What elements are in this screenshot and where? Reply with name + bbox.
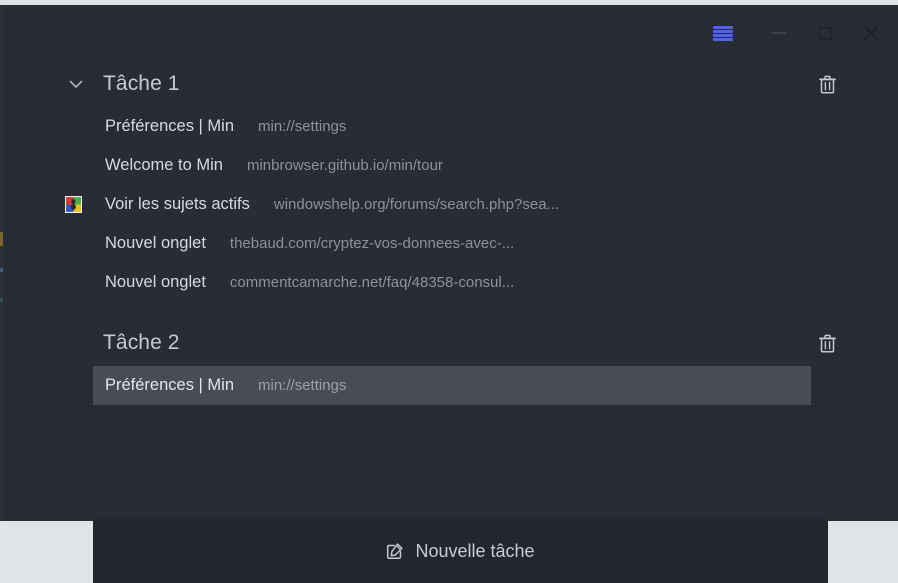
delete-task-button[interactable]: [814, 330, 840, 356]
close-button[interactable]: [848, 13, 894, 53]
windows-logo-favicon: [65, 196, 82, 213]
tab-url: windowshelp.org/forums/search.php?sea...: [273, 196, 560, 213]
tab-title: Préférences | Min: [105, 117, 235, 135]
tab-title: Nouvel onglet: [105, 234, 206, 252]
tab-title: Voir les sujets actifs: [105, 195, 250, 213]
chevron-down-icon[interactable]: [65, 73, 87, 95]
task-title: Tâche 1: [103, 72, 180, 95]
minimize-button[interactable]: [756, 13, 802, 53]
tab-row[interactable]: Voir les sujets actifs windowshelp.org/f…: [65, 185, 811, 224]
trash-icon: [818, 334, 836, 352]
maximize-button[interactable]: [802, 13, 848, 53]
tab-row[interactable]: Nouvel onglet commentcamarche.net/faq/48…: [93, 263, 811, 302]
tab-row[interactable]: Welcome to Min minbrowser.github.io/min/…: [93, 146, 811, 185]
delete-task-button[interactable]: [814, 71, 840, 97]
trash-icon: [818, 75, 836, 93]
close-icon: [862, 24, 880, 42]
task-group-separator: [3, 302, 898, 320]
new-task-label: Nouvelle tâche: [415, 540, 535, 561]
tab-title: Nouvel onglet: [105, 273, 206, 291]
tab-title: Welcome to Min: [105, 156, 223, 174]
task-header[interactable]: Tâche 2: [3, 320, 898, 366]
tab-row[interactable]: Préférences | Min min://settings: [93, 107, 811, 146]
tab-url: thebaud.com/cryptez-vos-donnees-avec-...: [229, 235, 515, 252]
task-title: Tâche 2: [103, 331, 180, 354]
new-task-button[interactable]: Nouvelle tâche: [93, 519, 828, 583]
task-header[interactable]: Tâche 1: [3, 61, 898, 107]
hamburger-menu-icon: [713, 25, 733, 41]
maximize-icon: [818, 26, 832, 40]
minimize-icon: [772, 32, 786, 34]
tab-url: min://settings: [258, 118, 347, 135]
browser-window: Tâche 1 Préférences | Min min://settings: [3, 5, 898, 583]
tab-row[interactable]: Nouvel onglet thebaud.com/cryptez-vos-do…: [93, 224, 811, 263]
title-bar: [3, 5, 898, 61]
tab-url: minbrowser.github.io/min/tour: [246, 157, 443, 174]
tab-row[interactable]: Préférences | Min min://settings: [93, 366, 811, 405]
hamburger-menu-button[interactable]: [700, 13, 746, 53]
tab-url: commentcamarche.net/faq/48358-consul...: [229, 274, 515, 291]
tab-url: min://settings: [258, 377, 347, 394]
edit-square-icon: [387, 543, 404, 560]
task-overview: Tâche 1 Préférences | Min min://settings: [3, 61, 898, 583]
tab-title: Préférences | Min: [105, 376, 235, 394]
screen: Tâche 1 Préférences | Min min://settings: [0, 0, 898, 583]
